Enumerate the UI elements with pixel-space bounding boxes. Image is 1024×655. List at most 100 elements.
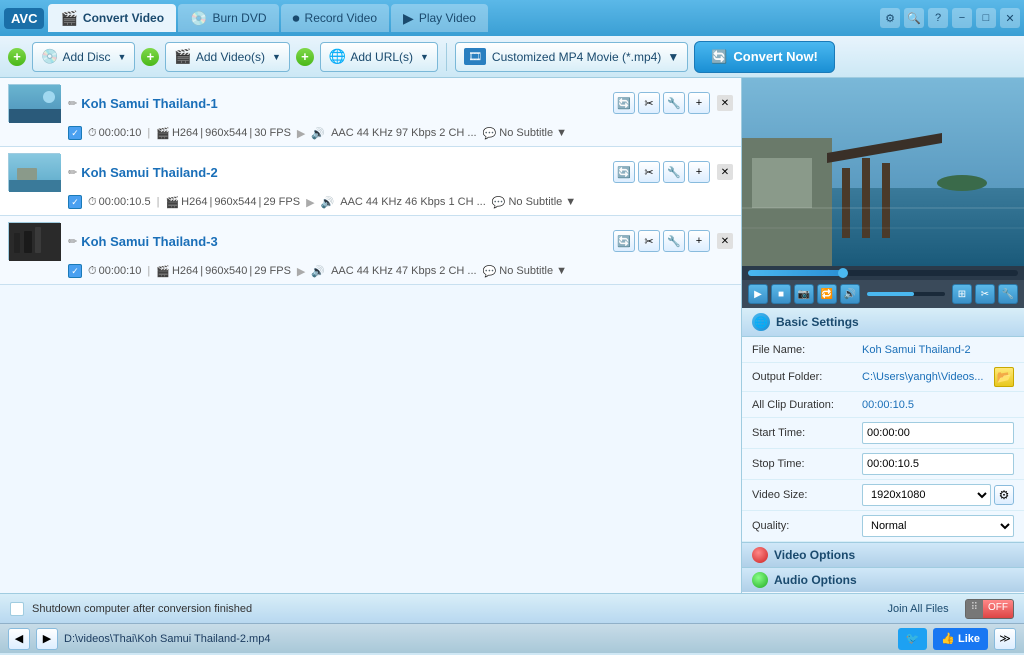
close-btn-1[interactable]: ✕ [717, 95, 733, 111]
facebook-button[interactable]: 👍 Like [933, 628, 988, 650]
subtitle-select-2[interactable]: 💬 No Subtitle ▼ [492, 196, 576, 209]
app-logo: AVC [4, 8, 44, 29]
file-check-1[interactable]: ✓ [68, 126, 82, 140]
close-btn-2[interactable]: ✕ [717, 164, 733, 180]
add-url-plus[interactable]: + [296, 48, 314, 66]
volume-slider[interactable] [867, 292, 945, 296]
file-meta-3: ✓ ⏱ 00:00:10 | 🎬 H264 | 960x540 | 29 FPS… [8, 264, 733, 278]
file-check-2[interactable]: ✓ [68, 195, 82, 209]
prev-button[interactable]: ◀ [8, 628, 30, 650]
subtitle-select-3[interactable]: 💬 No Subtitle ▼ [483, 265, 567, 278]
add-url-button[interactable]: 🌐 Add URL(s) ▼ [320, 42, 438, 72]
add-video-plus[interactable]: + [141, 48, 159, 66]
volume-button[interactable]: 🔊 [840, 284, 860, 304]
search-icon[interactable]: 🔍 [904, 8, 924, 28]
list-item: ✏ Koh Samui Thailand-1 🔄 ✂ 🔧 + ✕ ✓ ⏱ 00:… [0, 78, 741, 147]
tab-record[interactable]: ⏺ Record Video [281, 4, 390, 32]
duration-2: ⏱ 00:00:10.5 [88, 196, 151, 209]
subtitle-select-1[interactable]: 💬 No Subtitle ▼ [483, 127, 567, 140]
progress-bar-container [742, 266, 1024, 280]
stop-time-input[interactable] [862, 453, 1014, 475]
settings-row-quality: Quality: Normal High Low [742, 511, 1024, 542]
output-value: C:\Users\yangh\Videos... [862, 371, 994, 383]
settings-btn-2[interactable]: 🔧 [663, 161, 685, 183]
video-options-icon [752, 547, 768, 563]
fullscreen-button[interactable]: ⊞ [952, 284, 972, 304]
add-video-button[interactable]: 🎬 Add Video(s) ▼ [165, 42, 290, 72]
format-select[interactable]: 🎞 Customized MP4 Movie (*.mp4) ▼ [455, 42, 688, 72]
edit-icon-2[interactable]: ✏ [68, 166, 77, 179]
file-check-3[interactable]: ✓ [68, 264, 82, 278]
status-bar: ◀ ▶ D:\videos\Thai\Koh Samui Thailand-2.… [0, 623, 1024, 653]
video-options-header[interactable]: Video Options [742, 542, 1024, 567]
window-controls: ⚙ 🔍 ? − □ ✕ [880, 8, 1020, 28]
play-button[interactable]: ▶ [748, 284, 768, 304]
settings-header-label: Basic Settings [776, 315, 859, 329]
settings-row-start: Start Time: [742, 418, 1024, 449]
tab-play[interactable]: ▶ Play Video [391, 4, 488, 32]
settings-btn-1[interactable]: 🔧 [663, 92, 685, 114]
toggle-off-label: OFF [983, 600, 1013, 618]
settings-btn-3[interactable]: 🔧 [663, 230, 685, 252]
toolbar-separator [446, 43, 447, 71]
close-button[interactable]: ✕ [1000, 8, 1020, 28]
add-btn-2[interactable]: + [688, 161, 710, 183]
duration-value: 00:00:10.5 [862, 399, 1014, 411]
tab-convert[interactable]: 🎬 Convert Video [48, 4, 176, 32]
add-disc-button[interactable]: 💿 Add Disc ▼ [32, 42, 135, 72]
cut-btn-1[interactable]: ✂ [638, 92, 660, 114]
record-icon: ⏺ [293, 10, 300, 27]
close-btn-3[interactable]: ✕ [717, 233, 733, 249]
add-btn-1[interactable]: + [688, 92, 710, 114]
codec-1: 🎬 H264 | 960x544 | 30 FPS [156, 127, 291, 140]
stop-button[interactable]: ■ [771, 284, 791, 304]
loop-button[interactable]: 🔁 [817, 284, 837, 304]
refresh-btn-2[interactable]: 🔄 [613, 161, 635, 183]
refresh-btn-1[interactable]: 🔄 [613, 92, 635, 114]
join-all-label: Join All Files [888, 603, 949, 615]
twitter-button[interactable]: 🐦 [898, 628, 928, 650]
list-item: ✏ Koh Samui Thailand-3 🔄 ✂ 🔧 + ✕ ✓ ⏱ 00:… [0, 216, 741, 285]
codec-2: 🎬 H264 | 960x544 | 29 FPS [165, 196, 300, 209]
output-label: Output Folder: [752, 371, 862, 383]
shutdown-checkbox[interactable] [10, 602, 24, 616]
file-actions-1: 🔄 ✂ 🔧 + ✕ [613, 92, 733, 114]
duration-1: ⏱ 00:00:10 [88, 127, 141, 140]
toggle-button[interactable]: ⠿ OFF [965, 599, 1014, 619]
progress-thumb[interactable] [838, 268, 848, 278]
edit-icon-1[interactable]: ✏ [68, 97, 77, 110]
scissors-button[interactable]: ✂ [975, 284, 995, 304]
add-disc-plus[interactable]: + [8, 48, 26, 66]
cut-btn-2[interactable]: ✂ [638, 161, 660, 183]
video-size-gear[interactable]: ⚙ [994, 485, 1014, 505]
file-title-3: Koh Samui Thailand-3 [81, 234, 613, 249]
toolbar: + 💿 Add Disc ▼ + 🎬 Add Video(s) ▼ + 🌐 Ad… [0, 36, 1024, 78]
start-time-input[interactable] [862, 422, 1014, 444]
tab-burn-label: Burn DVD [213, 11, 267, 25]
next-button[interactable]: ▶ [36, 628, 58, 650]
edit-icon-3[interactable]: ✏ [68, 235, 77, 248]
settings-icon[interactable]: ⚙ [880, 8, 900, 28]
screenshot-button[interactable]: 📷 [794, 284, 814, 304]
cut-btn-3[interactable]: ✂ [638, 230, 660, 252]
file-title-2: Koh Samui Thailand-2 [81, 165, 613, 180]
tab-burn[interactable]: 💿 Burn DVD [178, 4, 278, 32]
convert-now-button[interactable]: 🔄 Convert Now! [694, 41, 835, 73]
progress-track[interactable] [748, 270, 1018, 276]
video-size-select[interactable]: 1920x1080 1280x720 960x544 [862, 484, 991, 506]
convert-refresh-icon: 🔄 [711, 49, 727, 65]
tune-button[interactable]: 🔧 [998, 284, 1018, 304]
bottom-bar: Shutdown computer after conversion finis… [0, 593, 1024, 623]
filename-label: File Name: [752, 344, 862, 356]
audio-options-header[interactable]: Audio Options [742, 567, 1024, 592]
convert-icon: 🎬 [60, 10, 77, 27]
add-btn-3[interactable]: + [688, 230, 710, 252]
more-button[interactable]: ≫ [994, 628, 1016, 650]
audio-2: AAC 44 KHz 46 Kbps 1 CH ... [340, 196, 486, 208]
refresh-btn-3[interactable]: 🔄 [613, 230, 635, 252]
folder-button[interactable]: 📂 [994, 367, 1014, 387]
maximize-button[interactable]: □ [976, 8, 996, 28]
help-icon[interactable]: ? [928, 8, 948, 28]
quality-select[interactable]: Normal High Low [862, 515, 1014, 537]
minimize-button[interactable]: − [952, 8, 972, 28]
